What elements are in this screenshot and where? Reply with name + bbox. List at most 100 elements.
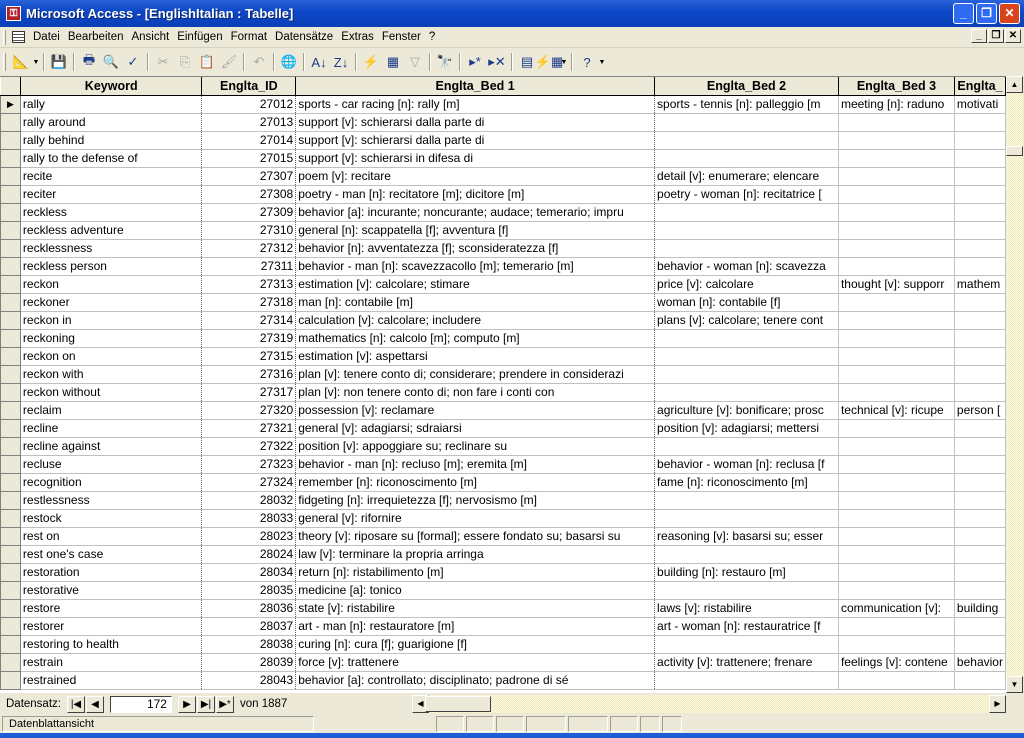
row-selector[interactable] xyxy=(0,670,21,690)
table-cell[interactable]: recognition xyxy=(20,473,203,492)
table-cell[interactable]: behavior - woman [n]: scavezza xyxy=(654,257,839,276)
table-row[interactable]: restoring to health 28038 curing [n]: cura… xyxy=(0,634,1006,654)
table-cell[interactable] xyxy=(954,113,1006,132)
table-cell[interactable] xyxy=(838,545,955,564)
horizontal-scrollbar[interactable]: ◀ ▶ xyxy=(412,695,1006,713)
table-cell[interactable]: 28032 xyxy=(201,491,297,510)
scroll-up-button[interactable]: ▲ xyxy=(1006,76,1023,93)
table-cell[interactable]: general [v]: rifornire xyxy=(295,509,656,528)
row-selector[interactable] xyxy=(0,112,21,132)
table-cell[interactable]: 27312 xyxy=(201,239,297,258)
table-cell[interactable] xyxy=(654,635,839,654)
table-cell[interactable] xyxy=(954,203,1006,222)
table-cell[interactable]: plans [v]: calcolare; tenere cont xyxy=(654,311,839,330)
table-cell[interactable] xyxy=(954,365,1006,384)
table-cell[interactable]: 27320 xyxy=(201,401,297,420)
table-cell[interactable]: 28038 xyxy=(201,635,297,654)
table-cell[interactable] xyxy=(838,383,955,402)
row-selector[interactable] xyxy=(0,634,21,654)
table-cell[interactable]: meeting [n]: raduno xyxy=(838,95,955,114)
table-cell[interactable]: behavior [a]: incurante; noncurante; aud… xyxy=(295,203,656,222)
column-header[interactable]: Englta_Bed 2 xyxy=(654,77,839,96)
table-cell[interactable] xyxy=(654,347,839,366)
table-row[interactable]: restrain 28039 force [v]: trattenere activi… xyxy=(0,652,1006,672)
table-row[interactable]: recline against 27322 position [v]: appogg… xyxy=(0,436,1006,456)
table-cell[interactable] xyxy=(654,149,839,168)
table-cell[interactable]: restock xyxy=(20,509,203,528)
table-cell[interactable]: reckoning xyxy=(20,329,203,348)
table-cell[interactable] xyxy=(838,131,955,150)
new-record-button[interactable]: ▶* xyxy=(215,695,234,713)
table-cell[interactable]: support [v]: schierarsi dalla parte di xyxy=(295,131,656,150)
table-row[interactable]: reckon 27313 estimation [v]: calcolare; st… xyxy=(0,274,1006,294)
dropdown-arrow-icon[interactable]: ▼ xyxy=(598,59,606,66)
table-cell[interactable]: feelings [v]: contene xyxy=(838,653,955,672)
table-cell[interactable] xyxy=(654,203,839,222)
row-selector[interactable] xyxy=(0,616,21,636)
menu-item[interactable]: Datensätze xyxy=(275,31,333,43)
column-header[interactable]: Englta_Bed 1 xyxy=(295,77,656,96)
table-cell[interactable]: 27307 xyxy=(201,167,297,186)
table-cell[interactable] xyxy=(654,545,839,564)
table-cell[interactable]: 27316 xyxy=(201,365,297,384)
table-cell[interactable]: recite xyxy=(20,167,203,186)
table-cell[interactable] xyxy=(954,347,1006,366)
table-row[interactable]: rest on 28023 theory [v]: riposare su [for… xyxy=(0,526,1006,546)
current-record-input[interactable]: 172 xyxy=(109,695,172,713)
table-cell[interactable] xyxy=(838,617,955,636)
table-cell[interactable]: activity [v]: trattenere; frenare xyxy=(654,653,839,672)
table-cell[interactable]: 28043 xyxy=(201,671,297,690)
insert-hyperlink-icon[interactable]: 🌐 xyxy=(278,51,300,73)
table-row[interactable]: reckon in 27314 calculation [v]: calcolare… xyxy=(0,310,1006,330)
table-cell[interactable]: technical [v]: ricupe xyxy=(838,401,955,420)
menu-item[interactable]: Extras xyxy=(341,31,374,43)
table-cell[interactable] xyxy=(654,239,839,258)
table-cell[interactable] xyxy=(954,185,1006,204)
table-cell[interactable]: curing [n]: cura [f]; guarigione [f] xyxy=(295,635,656,654)
table-cell[interactable] xyxy=(954,617,1006,636)
table-cell[interactable] xyxy=(838,113,955,132)
table-row[interactable]: reckless adventure 27310 general [n]: scap… xyxy=(0,220,1006,240)
row-selector[interactable] xyxy=(0,400,21,420)
table-cell[interactable]: restorative xyxy=(20,581,203,600)
table-cell[interactable] xyxy=(838,257,955,276)
row-selector[interactable] xyxy=(0,472,21,492)
paste-icon[interactable]: 📋 xyxy=(196,51,218,73)
row-selector[interactable] xyxy=(0,220,21,240)
doc-close-button[interactable]: ✕ xyxy=(1005,29,1021,43)
table-row[interactable]: rally around 27013 support [v]: schierarsi… xyxy=(0,112,1006,132)
row-selector[interactable] xyxy=(0,328,21,348)
table-cell[interactable] xyxy=(954,509,1006,528)
row-selector[interactable] xyxy=(0,652,21,672)
table-cell[interactable]: mathematics [n]: calcolo [m]; computo [m… xyxy=(295,329,656,348)
table-cell[interactable] xyxy=(954,257,1006,276)
table-cell[interactable]: 27013 xyxy=(201,113,297,132)
table-cell[interactable]: reckless adventure xyxy=(20,221,203,240)
table-cell[interactable]: 27310 xyxy=(201,221,297,240)
table-cell[interactable]: recklessness xyxy=(20,239,203,258)
new-record-icon[interactable]: ▸* xyxy=(464,51,486,73)
table-cell[interactable]: communication [v]: xyxy=(838,599,955,618)
menu-item[interactable]: Einfügen xyxy=(177,31,222,43)
table-cell[interactable]: 27311 xyxy=(201,257,297,276)
table-cell[interactable]: position [v]: appoggiare su; reclinare s… xyxy=(295,437,656,456)
table-cell[interactable]: man [n]: contabile [m] xyxy=(295,293,656,312)
table-cell[interactable] xyxy=(838,347,955,366)
table-cell[interactable]: behavior [n]: avventatezza [f]; sconside… xyxy=(295,239,656,258)
filter-by-selection-icon[interactable]: ⚡ xyxy=(360,51,382,73)
table-cell[interactable]: support [v]: schierarsi dalla parte di xyxy=(295,113,656,132)
table-cell[interactable]: 27012 xyxy=(201,95,297,114)
table-cell[interactable] xyxy=(838,185,955,204)
table-cell[interactable]: reckless person xyxy=(20,257,203,276)
table-cell[interactable]: restrain xyxy=(20,653,203,672)
table-cell[interactable]: estimation [v]: calcolare; stimare xyxy=(295,275,656,294)
table-cell[interactable] xyxy=(654,437,839,456)
find-icon[interactable]: 🔭 xyxy=(434,51,456,73)
table-cell[interactable] xyxy=(838,509,955,528)
cut-icon[interactable]: ✂ xyxy=(152,51,174,73)
new-object-icon[interactable]: ⚡▦ xyxy=(535,51,563,73)
row-selector[interactable] xyxy=(0,292,21,312)
table-cell[interactable]: reckon on xyxy=(20,347,203,366)
table-cell[interactable]: reckon with xyxy=(20,365,203,384)
table-row[interactable]: restoration 28034 return [n]: ristabilimen… xyxy=(0,562,1006,582)
